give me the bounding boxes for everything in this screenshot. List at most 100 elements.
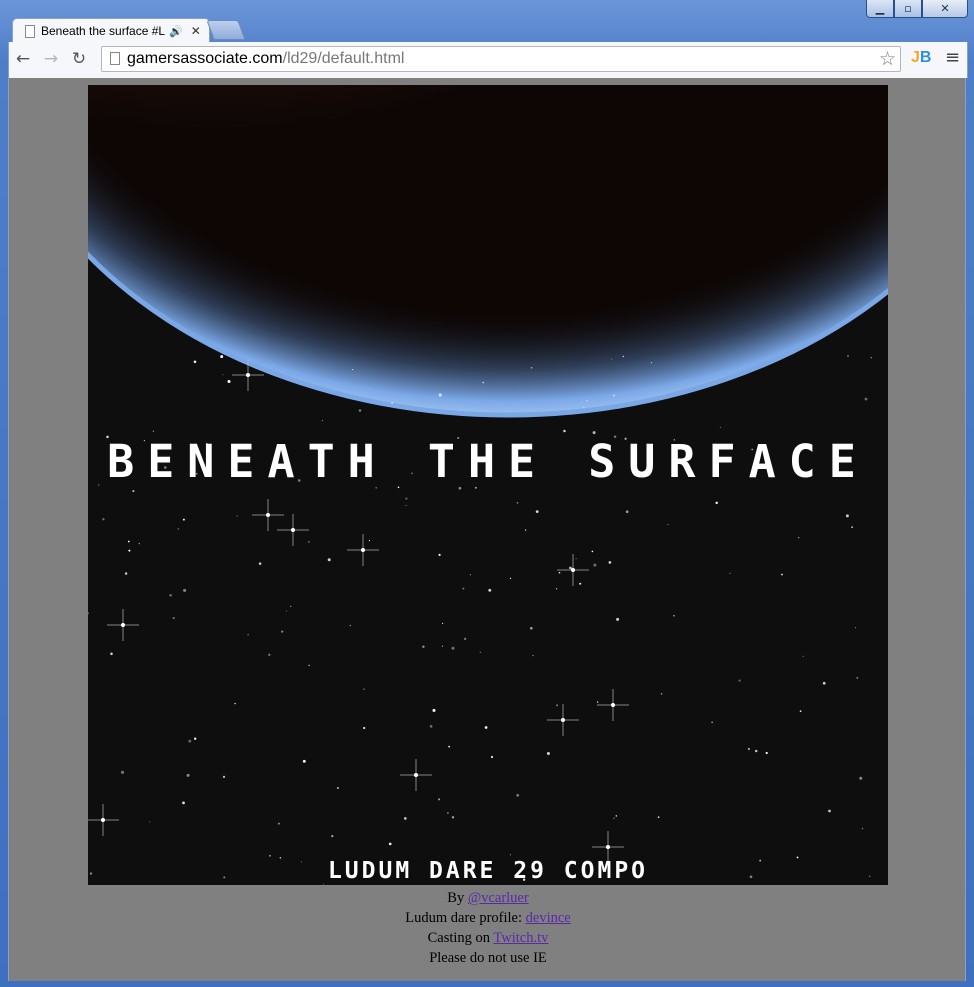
credit-profile-label: Ludum dare profile: <box>405 910 526 926</box>
star <box>193 360 197 364</box>
star <box>138 542 141 545</box>
star <box>667 524 669 526</box>
author-link[interactable]: @vcarluer <box>468 890 529 906</box>
star <box>861 827 864 830</box>
tab-strip: Beneath the surface #LD29 🔊 ✕ <box>8 14 408 43</box>
star <box>556 704 559 707</box>
star <box>446 811 449 814</box>
window-controls: ▁ ▫ ✕ <box>866 0 968 18</box>
menu-icon[interactable]: ≡ <box>945 47 960 68</box>
new-tab-button[interactable] <box>206 20 246 40</box>
star <box>149 821 151 823</box>
star <box>351 369 354 371</box>
url-text[interactable]: gamersassociate.com/ld29/default.html <box>127 50 404 68</box>
page-icon <box>110 52 120 65</box>
star <box>535 510 539 513</box>
star <box>754 749 758 753</box>
star <box>327 558 331 562</box>
star <box>516 502 519 504</box>
star <box>596 701 599 703</box>
jb-extension-icon[interactable]: JB <box>911 49 931 67</box>
star <box>847 355 849 357</box>
flare-star <box>277 514 309 546</box>
profile-link[interactable]: devince <box>526 910 571 926</box>
star <box>622 355 625 358</box>
forward-icon[interactable]: → <box>39 48 63 70</box>
star <box>422 645 425 648</box>
star <box>719 426 722 429</box>
star <box>405 497 408 500</box>
star <box>183 588 187 592</box>
ext-letter-b: B <box>919 49 932 66</box>
flare-star <box>597 689 629 721</box>
star <box>429 725 433 728</box>
star <box>650 362 653 364</box>
star <box>864 397 868 401</box>
star <box>532 654 534 657</box>
star <box>152 430 155 432</box>
tab-close-icon[interactable]: ✕ <box>191 24 201 38</box>
credit-profile: Ludum dare profile: devince <box>9 908 967 928</box>
star <box>182 518 185 521</box>
page-icon <box>25 24 35 38</box>
star <box>870 357 872 359</box>
star <box>363 688 365 690</box>
credit-author: By @vcarluer <box>9 888 967 908</box>
star <box>404 817 407 820</box>
star <box>222 775 226 779</box>
star <box>563 429 566 433</box>
star <box>660 693 663 695</box>
star <box>859 776 863 780</box>
star <box>368 539 370 542</box>
star <box>441 645 444 647</box>
address-bar[interactable]: gamersassociate.com/ld29/default.html ☆ <box>101 46 901 72</box>
star <box>110 652 113 656</box>
star <box>711 721 713 724</box>
maximize-button[interactable]: ▫ <box>894 0 922 18</box>
star <box>781 573 783 576</box>
flare-star <box>400 759 432 791</box>
ie-notice: Please do not use IE <box>429 950 547 966</box>
url-host: gamersassociate.com <box>127 50 283 67</box>
close-window-button[interactable]: ✕ <box>922 0 968 18</box>
reload-icon[interactable]: ↻ <box>67 48 91 70</box>
credit-by-label: By <box>447 890 468 906</box>
star <box>132 490 135 493</box>
star <box>657 816 660 819</box>
star <box>258 562 262 565</box>
star <box>851 526 854 529</box>
star <box>269 854 271 857</box>
star <box>845 514 849 518</box>
tab-active[interactable]: Beneath the surface #LD29 🔊 ✕ <box>12 18 210 43</box>
twitch-link[interactable]: Twitch.tv <box>493 930 548 946</box>
toolbar: ← → ↻ gamersassociate.com/ld29/default.h… <box>8 42 968 78</box>
star <box>738 679 741 682</box>
star <box>358 409 362 412</box>
credit-casting-label: Casting on <box>427 930 494 946</box>
star <box>102 518 105 521</box>
minimize-button[interactable]: ▁ <box>866 0 894 18</box>
star <box>451 816 455 819</box>
bookmark-star-icon[interactable]: ☆ <box>879 48 896 70</box>
game-canvas[interactable]: BENEATH THE SURFACE LUDUM DARE 29 COMPO <box>88 85 888 885</box>
back-icon[interactable]: ← <box>11 48 35 70</box>
flare-star <box>347 534 379 566</box>
star <box>479 651 481 653</box>
star <box>169 593 172 597</box>
star <box>290 605 292 607</box>
star <box>321 419 324 422</box>
star <box>569 566 572 570</box>
star <box>182 801 185 805</box>
star <box>484 726 488 729</box>
star <box>308 664 310 666</box>
url-path: /ld29/default.html <box>282 50 405 67</box>
star <box>469 574 471 576</box>
star <box>220 355 224 359</box>
star <box>222 374 224 376</box>
star <box>612 394 616 397</box>
star <box>88 612 90 615</box>
star <box>268 653 271 656</box>
star <box>442 622 444 624</box>
star <box>558 571 561 574</box>
star <box>438 798 441 801</box>
